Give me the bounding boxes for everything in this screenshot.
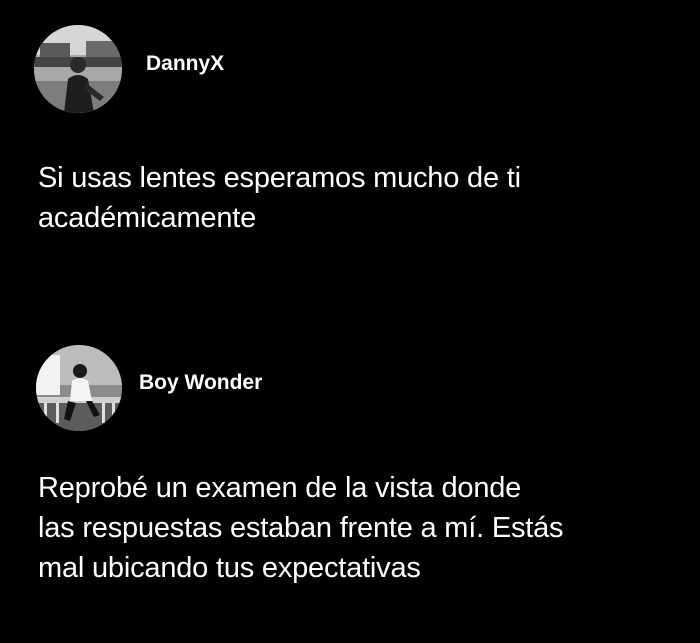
post-text: Si usas lentes esperamos mucho de ti aca… bbox=[38, 158, 688, 238]
post-text-line: Reprobé un examen de la vista donde bbox=[38, 472, 522, 504]
post-text-line: las respuestas estaban frente a mí. Está… bbox=[38, 512, 564, 544]
post-text-line: mal ubicando tus expectativas bbox=[38, 552, 421, 584]
user-photo-avatar-icon bbox=[36, 345, 122, 431]
avatar[interactable] bbox=[34, 25, 122, 113]
username[interactable]: DannyX bbox=[146, 52, 224, 76]
avatar[interactable] bbox=[36, 345, 122, 431]
post-text: Reprobé un examen de la vista donde las … bbox=[38, 468, 688, 588]
post-text-line: Si usas lentes esperamos mucho de ti bbox=[38, 162, 521, 194]
user-photo-avatar-icon bbox=[34, 25, 122, 113]
post-text-line: académicamente bbox=[38, 202, 257, 234]
username[interactable]: Boy Wonder bbox=[139, 371, 262, 395]
